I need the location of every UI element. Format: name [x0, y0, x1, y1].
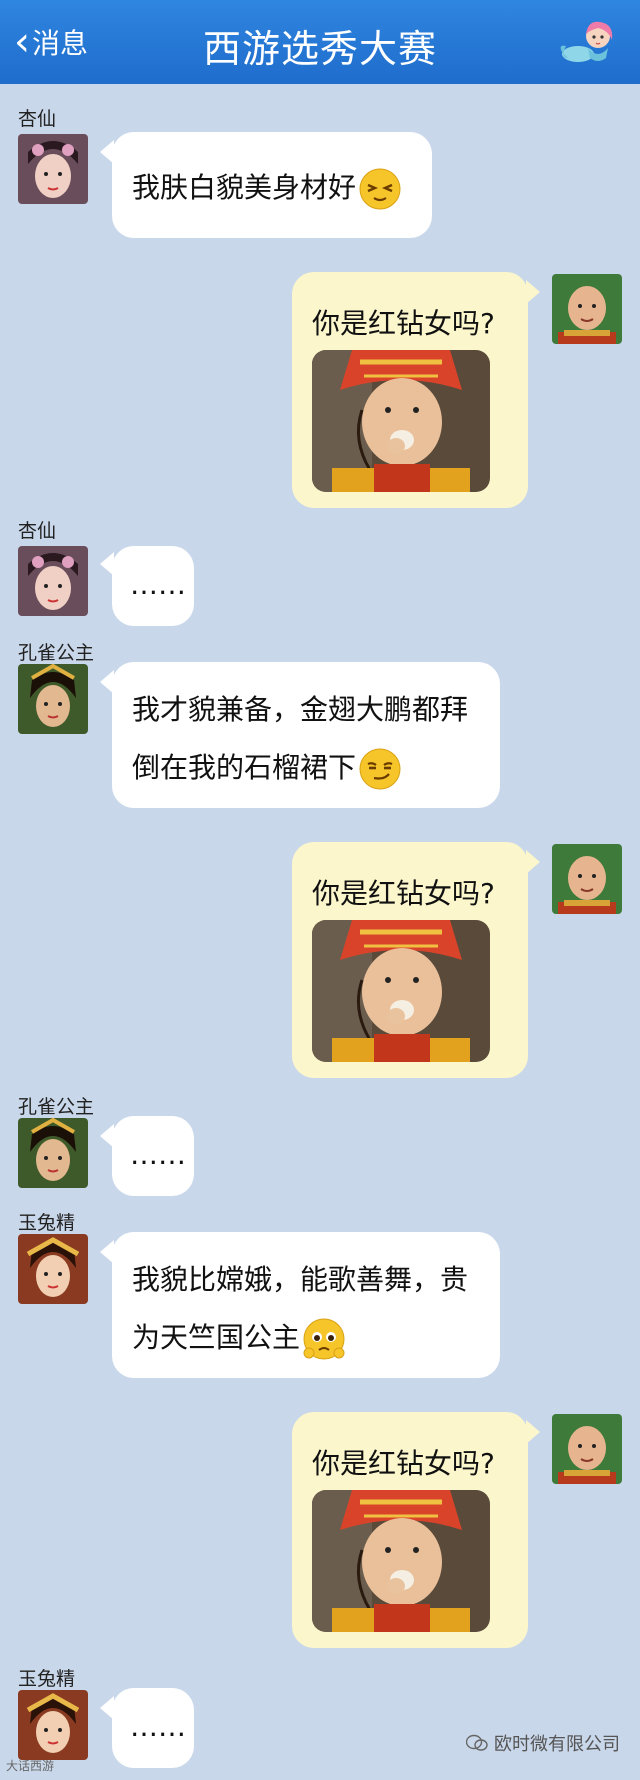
message-text: 你是红钻女吗?	[312, 307, 495, 340]
mermaid-mascot-icon[interactable]	[558, 14, 620, 70]
avatar-jade-rabbit[interactable]	[18, 1234, 88, 1304]
avatar-peacock-princess[interactable]	[18, 664, 88, 734]
top-bar: ‹ 消息 西游选秀大赛	[0, 0, 640, 84]
message-bubble[interactable]: 你是红钻女吗?	[292, 272, 528, 508]
message-bubble[interactable]: ……	[112, 1116, 194, 1196]
message-text: 你是红钻女吗?	[312, 877, 495, 910]
message-text: ……	[130, 1710, 186, 1743]
pleading-face-emoji	[303, 1318, 345, 1360]
message-text: ……	[130, 568, 186, 601]
corner-watermark: 大话西游	[6, 1759, 55, 1773]
avatar-peacock-princess[interactable]	[18, 1118, 88, 1188]
message-bubble[interactable]: 你是红钻女吗?	[292, 842, 528, 1078]
avatar-tang-monk[interactable]	[552, 1414, 622, 1484]
watermark-text: 欧时微有限公司	[494, 1734, 620, 1755]
sender-name: 杏仙	[18, 108, 57, 130]
message-bubble[interactable]: 你是红钻女吗?	[292, 1412, 528, 1648]
message-bubble[interactable]: 我貌比嫦娥，能歌善舞，贵 为天竺国公主	[112, 1232, 500, 1378]
message-text: 你是红钻女吗?	[312, 1447, 495, 1480]
tang-monk-eating-egg-photo[interactable]	[312, 920, 490, 1062]
message-bubble[interactable]: ……	[112, 546, 194, 626]
message-bubble[interactable]: ……	[112, 1688, 194, 1768]
squinting-face-emoji	[359, 168, 401, 210]
bubble-tail	[526, 1420, 540, 1444]
message-text-line1: 我貌比嫦娥，能歌善舞，贵	[132, 1263, 469, 1296]
message-bubble[interactable]: 我才貌兼备，金翅大鹏都拜 倒在我的石榴裙下	[112, 662, 500, 808]
sender-name: 孔雀公主	[18, 1096, 95, 1118]
message-text-line2: 为天竺国公主	[132, 1321, 301, 1354]
avatar-xingxian[interactable]	[18, 546, 88, 616]
message-text: ……	[130, 1138, 186, 1171]
smirking-face-emoji	[359, 748, 401, 790]
message-text-line1: 我才貌兼备，金翅大鹏都拜	[132, 693, 469, 726]
tang-monk-eating-egg-photo[interactable]	[312, 1490, 490, 1632]
sender-name: 杏仙	[18, 520, 57, 542]
sender-name: 玉兔精	[18, 1668, 76, 1690]
tang-monk-eating-egg-photo[interactable]	[312, 350, 490, 492]
avatar-jade-rabbit[interactable]	[18, 1690, 88, 1760]
message-text: 我肤白貌美身材好	[132, 171, 357, 204]
avatar-tang-monk[interactable]	[552, 844, 622, 914]
avatar-tang-monk[interactable]	[552, 274, 622, 344]
avatar-xingxian[interactable]	[18, 134, 88, 204]
message-text-line2: 倒在我的石榴裙下	[132, 751, 357, 784]
bubble-tail	[526, 280, 540, 304]
sender-name: 孔雀公主	[18, 642, 95, 664]
bubble-tail	[526, 850, 540, 874]
message-bubble[interactable]: 我肤白貌美身材好	[112, 132, 432, 238]
sender-name: 玉兔精	[18, 1212, 76, 1234]
watermark: 欧时微有限公司	[466, 1730, 620, 1756]
wechat-icon	[466, 1734, 488, 1751]
chat-title: 西游选秀大赛	[202, 27, 437, 71]
